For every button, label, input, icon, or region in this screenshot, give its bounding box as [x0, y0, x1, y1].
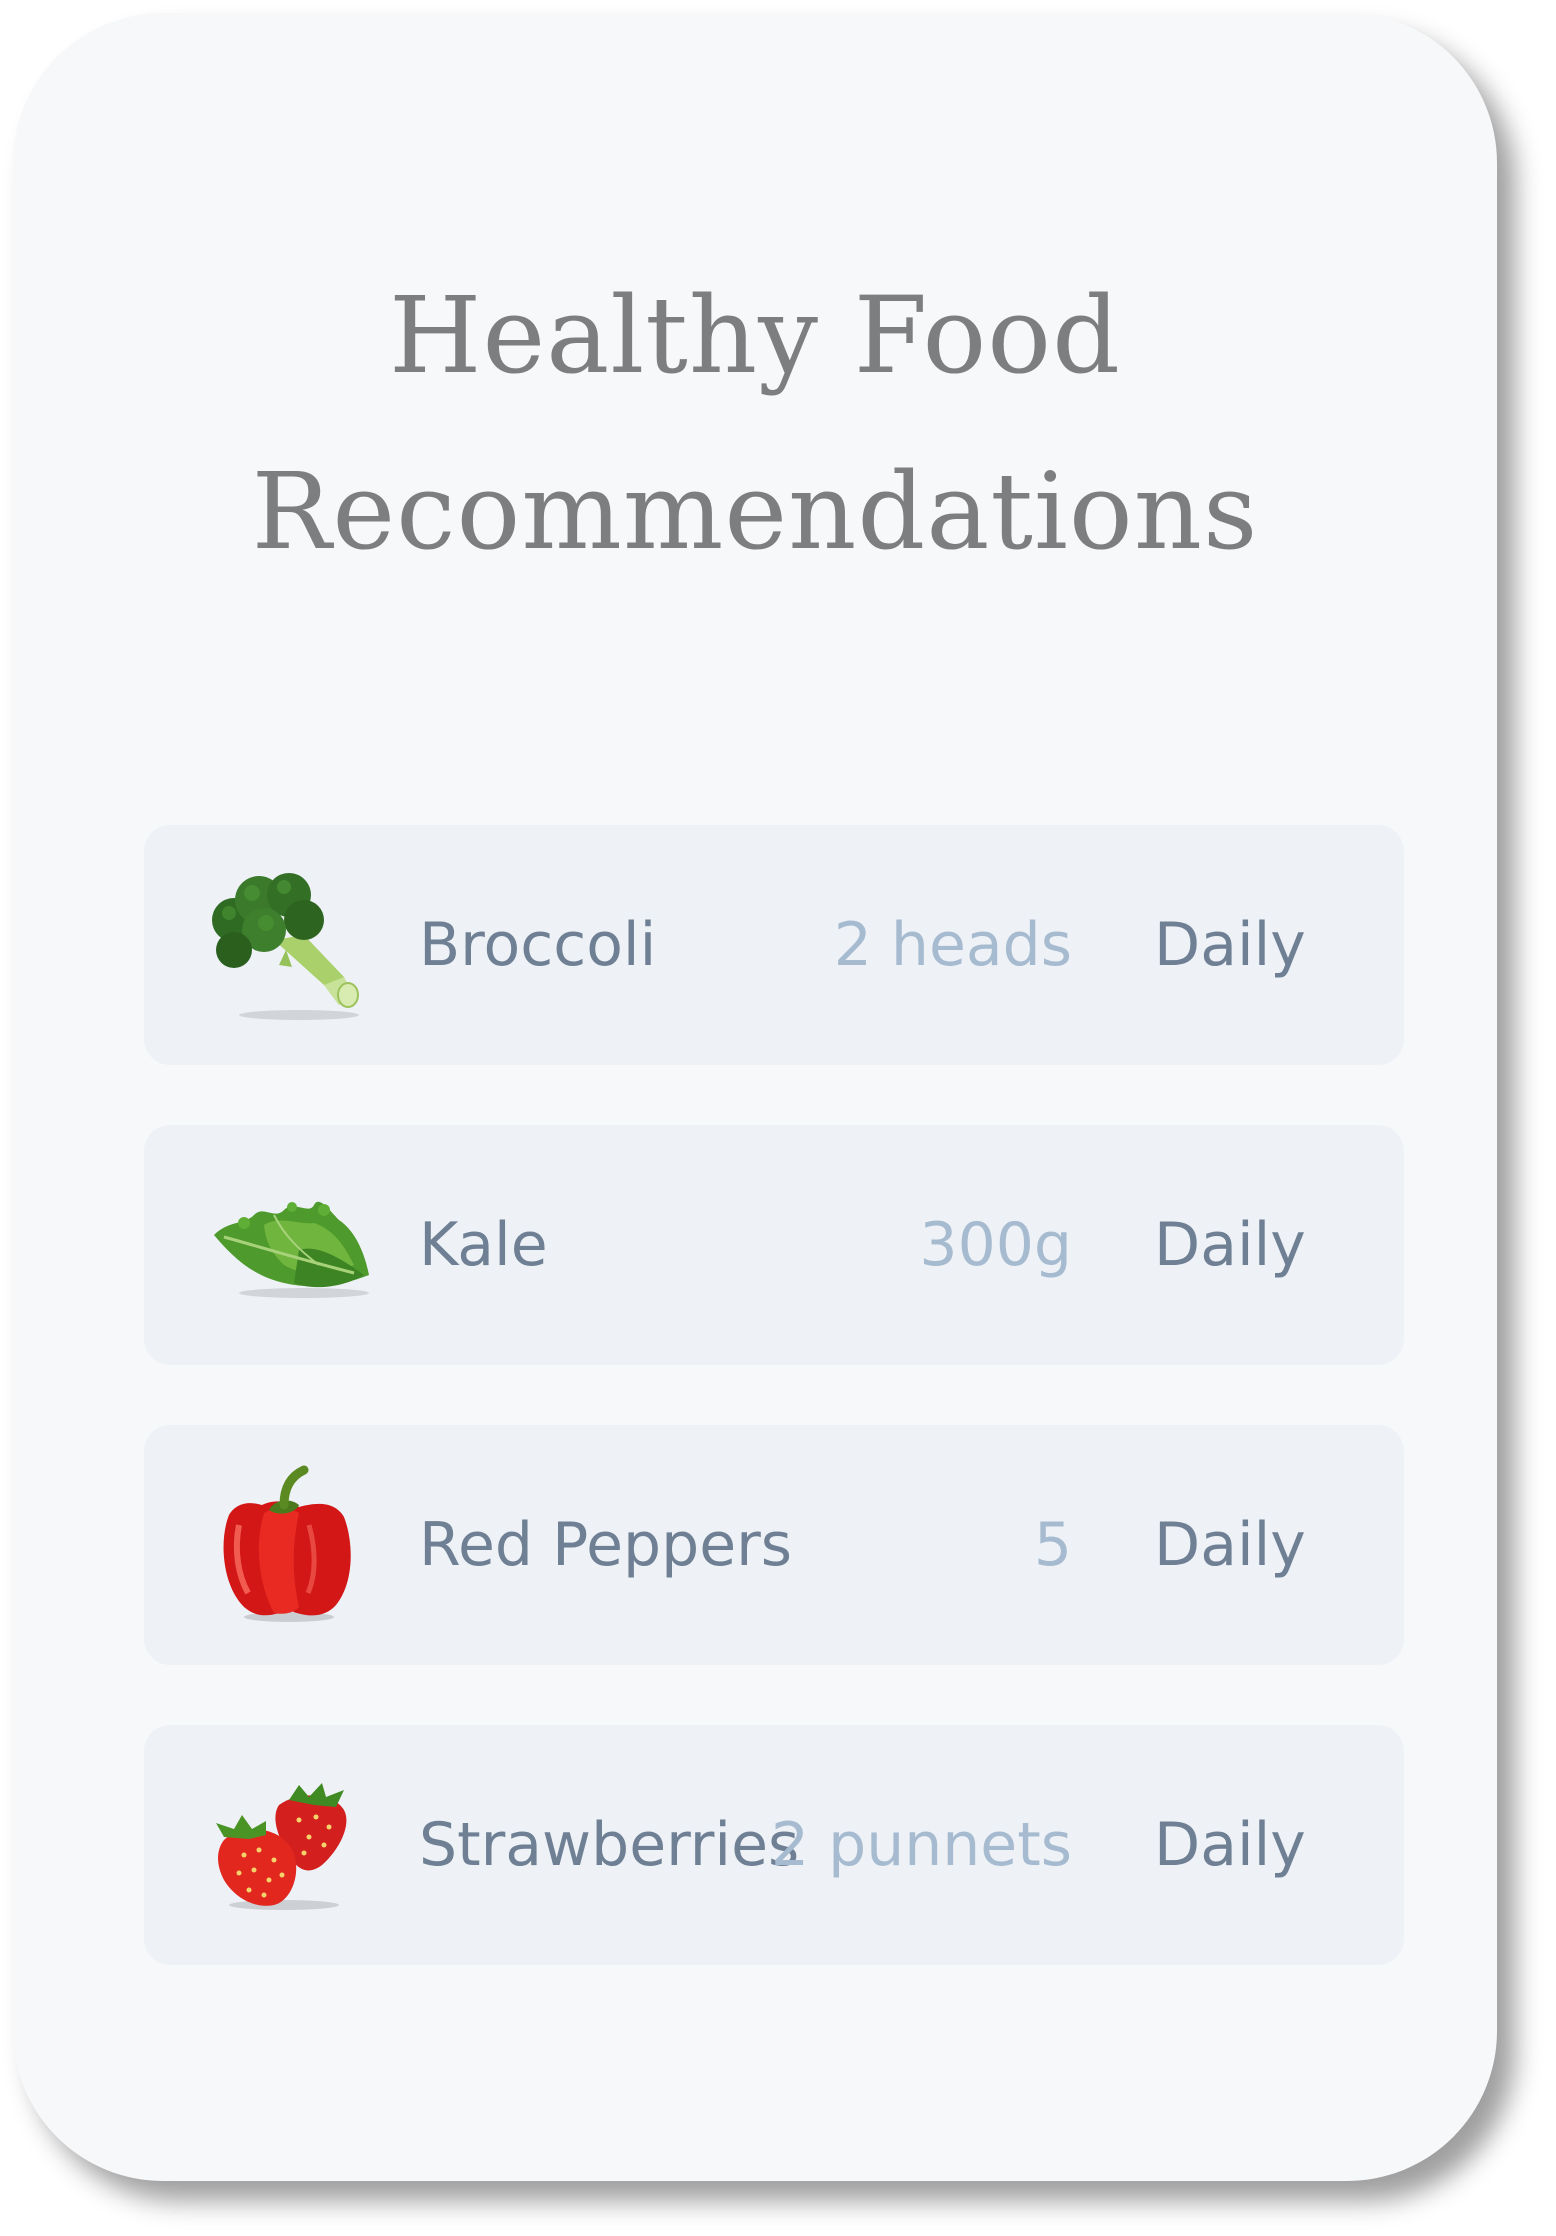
list-item-broccoli[interactable]: Broccoli 2 heads Daily: [144, 825, 1404, 1065]
title-line-1: Healthy Food: [389, 274, 1121, 397]
item-quantity: 2 heads: [833, 910, 1072, 980]
list-item-red-peppers[interactable]: Red Peppers 5 Daily: [144, 1425, 1404, 1665]
item-name: Strawberries: [419, 1810, 800, 1880]
title-line-2: Recommendations: [251, 450, 1259, 573]
recommendations-card: Healthy Food Recommendations Broccoli 2 …: [13, 13, 1497, 2181]
item-quantity: 300g: [919, 1210, 1072, 1280]
kale-icon: [204, 1165, 374, 1325]
item-quantity: 5: [1033, 1510, 1072, 1580]
item-frequency: Daily: [1154, 1210, 1306, 1280]
strawberries-icon: [204, 1765, 374, 1925]
list-item-strawberries[interactable]: Strawberries 2 punnets Daily: [144, 1725, 1404, 1965]
item-name: Broccoli: [419, 910, 657, 980]
item-name: Red Peppers: [419, 1510, 793, 1580]
item-frequency: Daily: [1154, 910, 1306, 980]
page-title: Healthy Food Recommendations: [13, 248, 1497, 600]
list-item-kale[interactable]: Kale 300g Daily: [144, 1125, 1404, 1365]
item-name: Kale: [419, 1210, 548, 1280]
red-pepper-icon: [204, 1465, 374, 1625]
item-quantity: 2 punnets: [770, 1810, 1072, 1880]
item-frequency: Daily: [1154, 1510, 1306, 1580]
item-frequency: Daily: [1154, 1810, 1306, 1880]
broccoli-icon: [204, 865, 374, 1025]
